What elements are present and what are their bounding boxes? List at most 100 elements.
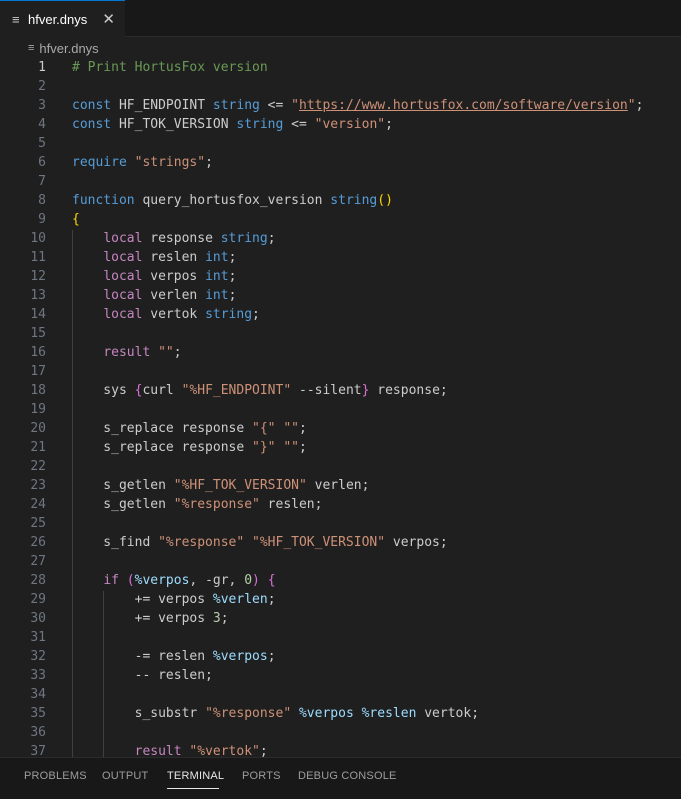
code-token-ident: curl [142,383,182,398]
code-token-ident: ; [267,649,276,664]
code-line[interactable]: 33 -- reslen; [0,666,681,685]
code-token-ident: reslen; [259,497,323,512]
code-line[interactable]: 4 const HF_TOK_VERSION string <= "version… [0,115,681,134]
code-token-keyword: function [72,193,135,208]
code-line[interactable]: 1 # Print HortusFox version [0,59,681,77]
code-line[interactable]: 17 [0,362,681,381]
line-number: 13 [30,288,46,303]
code-token-keyword: string [205,307,253,322]
code-token-ident: reslen [142,250,206,265]
code-token-ident: ; [259,744,268,757]
editor-tab-bar: ≡ hfver.dnys ✕ [0,0,681,37]
code-token-number: 3 [212,611,221,626]
code-token-ident: s_find [72,535,159,550]
code-token-ident: s_getlen [72,497,174,512]
code-line[interactable]: 21 s_replace response "}" ""; [0,438,681,457]
line-number: 3 [38,98,46,113]
code-token-ident: ; [635,98,644,113]
code-token-control: local [103,250,143,265]
line-number: 37 [30,744,46,757]
code-line[interactable]: 34 [0,685,681,704]
code-line[interactable]: 27 [0,552,681,571]
code-token-ident [72,307,103,322]
line-number: 26 [30,535,46,550]
code-line[interactable]: 5 [0,134,681,153]
code-text: -= reslen %verpos; [72,647,276,666]
code-line[interactable]: 26 s_find "%response" "%HF_TOK_VERSION" … [0,533,681,552]
code-token-ident: ; [205,155,213,170]
breadcrumb-file[interactable]: hfver.dnys [39,41,98,56]
line-number: 25 [30,516,46,531]
line-number: 19 [30,402,46,417]
code-line[interactable]: 36 [0,723,681,742]
code-line[interactable]: 24 s_getlen "%response" reslen; [0,495,681,514]
code-line[interactable]: 10 local response string; [0,229,681,248]
code-token-string: "%response" [205,706,292,721]
code-token-string: " [291,98,299,113]
code-line[interactable]: 25 [0,514,681,533]
code-token-ident: s_replace response [72,421,253,436]
code-line[interactable]: 23 s_getlen "%HF_TOK_VERSION" verlen; [0,476,681,495]
code-line[interactable]: 31 [0,628,681,647]
tab-debug-console[interactable]: DEBUG CONSOLE [298,770,397,782]
code-line[interactable]: 16 result ""; [0,343,681,362]
line-number: 14 [30,307,46,322]
line-number: 36 [30,725,46,740]
code-line[interactable]: 11 local reslen int; [0,248,681,267]
tab-problems[interactable]: PROBLEMS [24,770,87,782]
tab-ports[interactable]: PORTS [242,770,281,782]
code-token-string: "%HF_TOK_VERSION" [252,535,386,550]
code-token-ident: response [142,231,221,246]
code-token-string: "%HF_ENDPOINT" [181,383,292,398]
code-line[interactable]: 7 [0,172,681,191]
code-text: { [72,210,80,229]
code-text: local response string; [72,229,276,248]
close-icon[interactable]: ✕ [102,10,115,28]
line-number: 10 [30,231,46,246]
code-token-ident: -= reslen [72,649,213,664]
code-line[interactable]: 20 s_replace response "{" ""; [0,419,681,438]
code-line[interactable]: 30 += verpos 3; [0,609,681,628]
code-line[interactable]: 22 [0,457,681,476]
code-token-ident: --silent [291,383,362,398]
code-token-ident: HF_TOK_VERSION [111,117,237,132]
tab-terminal[interactable]: TERMINAL [167,770,224,782]
code-line[interactable]: 3 const HF_ENDPOINT string <= "https://ww… [0,96,681,115]
code-line[interactable]: 19 [0,400,681,419]
code-token-ident: ; [173,345,182,360]
code-line[interactable]: 12 local verpos int; [0,267,681,286]
breadcrumb: ≡ hfver.dnys [0,37,681,59]
code-token-control: if [103,573,119,588]
code-token-bracket-2: ( [126,573,135,588]
code-line[interactable]: 28 if (%verpos, -gr, 0) { [0,571,681,590]
code-line[interactable]: 15 [0,324,681,343]
code-token-ident [72,573,103,588]
editor-tab-hfver[interactable]: ≡ hfver.dnys ✕ [0,0,125,37]
line-number: 24 [30,497,46,512]
code-token-ident: s_getlen [72,478,174,493]
code-token-keyword: int [205,269,229,284]
code-line[interactable]: 6 require "strings"; [0,153,681,172]
code-token-string: "%response" [173,497,260,512]
code-token-bracket-1: () [377,193,393,208]
code-line[interactable]: 32 -= reslen %verpos; [0,647,681,666]
code-token-ident: ; [267,231,276,246]
code-token-ident: verpos [142,269,206,284]
code-text: function query_hortusfox_version string(… [72,191,393,210]
code-line[interactable]: 18 sys {curl "%HF_ENDPOINT" --silent} re… [0,381,681,400]
code-line[interactable]: 29 += verpos %verlen; [0,590,681,609]
code-line[interactable]: 37 result "%vertok"; [0,742,681,757]
code-line[interactable]: 13 local verlen int; [0,286,681,305]
code-editor[interactable]: 1 # Print HortusFox version 2 3 const HF_END… [0,59,681,757]
code-text: result ""; [72,343,182,362]
code-token-ident [72,288,103,303]
code-token-ident: ; [252,307,260,322]
code-text: require "strings"; [72,153,213,172]
code-line[interactable]: 8 function query_hortusfox_version string… [0,191,681,210]
code-line[interactable]: 14 local vertok string; [0,305,681,324]
code-line[interactable]: 2 [0,77,681,96]
line-number: 7 [38,174,46,189]
tab-output[interactable]: OUTPUT [102,770,148,782]
code-line[interactable]: 35 s_substr "%response" %verpos %reslen … [0,704,681,723]
code-line[interactable]: 9{ [0,210,681,229]
